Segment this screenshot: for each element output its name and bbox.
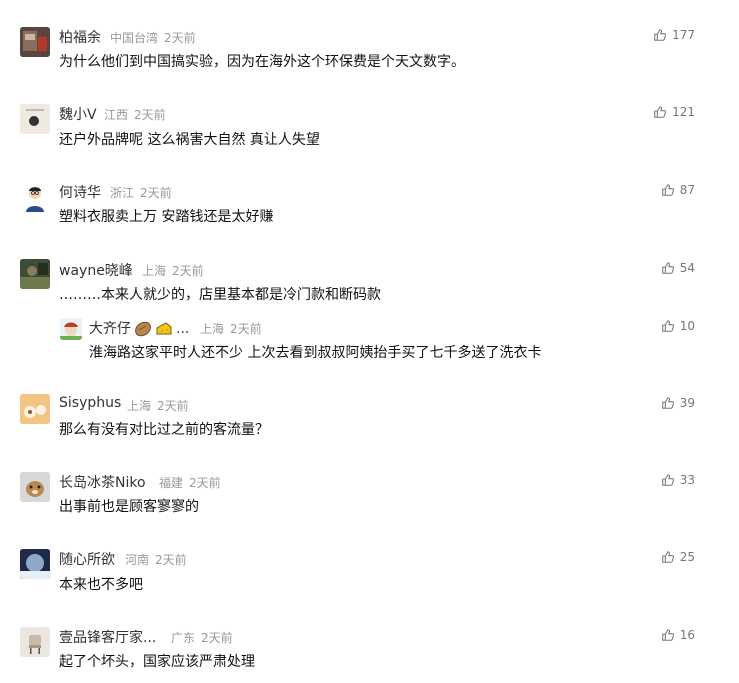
comment-meta: 浙江 2天前 (110, 184, 172, 201)
username[interactable]: Sisyphus (59, 395, 121, 411)
timestamp: 2天前 (140, 186, 172, 200)
location: 浙江 (110, 186, 135, 200)
like-button[interactable]: 121 (653, 105, 695, 119)
like-button[interactable]: 39 (661, 396, 695, 410)
like-button[interactable]: 33 (661, 473, 695, 487)
avatar[interactable] (60, 318, 82, 340)
thumbs-up-icon (661, 184, 674, 196)
comment-meta: 上海 2天前 (142, 262, 204, 279)
timestamp: 2天前 (155, 553, 187, 567)
like-button[interactable]: 25 (661, 550, 695, 564)
like-count: 87 (679, 183, 695, 197)
thumbs-up-icon (654, 29, 667, 41)
comment-text: 还户外品牌呢 这么祸害大自然 真让人失望 (59, 132, 320, 148)
comment-text: 为什么他们到中国搞实验，因为在海外这个环保费是个天文数字。 (59, 54, 465, 70)
username[interactable]: 大齐仔... (89, 318, 189, 338)
avatar[interactable] (20, 394, 50, 424)
location: 江西 (104, 108, 129, 122)
thumbs-up-icon (661, 320, 674, 332)
comment-text: ………本来人就少的，店里基本都是冷门款和断码款 (59, 287, 381, 303)
thumbs-up-icon (661, 262, 674, 274)
like-button[interactable]: 54 (661, 261, 695, 275)
like-count: 177 (672, 28, 695, 42)
location: 上海 (200, 322, 225, 336)
timestamp: 2天前 (172, 264, 204, 278)
like-count: 33 (679, 473, 695, 487)
location: 上海 (127, 399, 152, 413)
thumbs-up-icon (654, 106, 667, 118)
reply-username: 大齐仔 (89, 321, 131, 337)
timestamp: 2天前 (164, 31, 196, 45)
comment-meta: 上海 2天前 (200, 320, 262, 337)
comment-meta: 河南 2天前 (125, 551, 187, 568)
location: 上海 (142, 264, 167, 278)
comment-text: 淮海路这家平时人还不少 上次去看到叔叔阿姨抬手买了七千多送了洗衣卡 (89, 345, 542, 361)
like-count: 121 (672, 105, 695, 119)
thumbs-up-icon (661, 397, 674, 409)
like-count: 16 (679, 628, 695, 642)
like-button[interactable]: 87 (661, 183, 695, 197)
thumbs-up-icon (661, 629, 674, 641)
comment-text: 本来也不多吧 (59, 577, 143, 593)
username[interactable]: 魏小V (59, 104, 97, 124)
username[interactable]: 何诗华 (59, 182, 101, 202)
location: 福建 (159, 476, 184, 490)
comment-text: 出事前也是顾客寥寥的 (59, 499, 199, 515)
like-count: 39 (679, 396, 695, 410)
comment-meta: 中国台湾 2天前 (110, 29, 196, 46)
timestamp: 2天前 (157, 399, 189, 413)
username[interactable]: 长岛冰茶Niko (59, 472, 146, 492)
thumbs-up-icon (661, 474, 674, 486)
avatar[interactable] (20, 104, 50, 134)
avatar[interactable] (20, 549, 50, 579)
timestamp: 2天前 (230, 322, 262, 336)
timestamp: 2天前 (189, 476, 221, 490)
like-count: 25 (679, 550, 695, 564)
like-count: 54 (679, 261, 695, 275)
username[interactable]: wayne晓峰 (59, 260, 133, 280)
location: 河南 (125, 553, 150, 567)
location: 广东 (171, 631, 196, 645)
like-count: 10 (679, 319, 695, 333)
username[interactable]: 壹品锋客厅家... (59, 627, 156, 647)
username[interactable]: 柏福余 (59, 27, 101, 47)
avatar[interactable] (20, 472, 50, 502)
avatar[interactable] (20, 27, 50, 57)
timestamp: 2天前 (134, 108, 166, 122)
comment-meta: 江西 2天前 (104, 106, 166, 123)
like-button[interactable]: 10 (661, 319, 695, 333)
thumbs-up-icon (661, 551, 674, 563)
location: 中国台湾 (110, 31, 159, 45)
avatar[interactable] (20, 182, 50, 212)
comment-meta: 福建 2天前 (159, 474, 221, 491)
name-ellipsis: ... (176, 321, 190, 337)
cheese-icon (155, 320, 173, 338)
avatar[interactable] (20, 259, 50, 289)
comment-text: 塑料衣服卖上万 安踏钱还是太好赚 (59, 209, 274, 225)
comment-text: 那么有没有对比过之前的客流量？ (59, 422, 269, 438)
avatar[interactable] (20, 627, 50, 657)
comment-meta: 上海 2天前 (127, 397, 189, 414)
comment-meta: 广东 2天前 (171, 629, 233, 646)
like-button[interactable]: 177 (653, 28, 695, 42)
timestamp: 2天前 (201, 631, 233, 645)
comment-text: 起了个坏头，国家应该严肃处理 (59, 654, 255, 670)
like-button[interactable]: 16 (661, 628, 695, 642)
peanut-icon (134, 320, 152, 338)
username[interactable]: 随心所欲 (59, 549, 115, 569)
